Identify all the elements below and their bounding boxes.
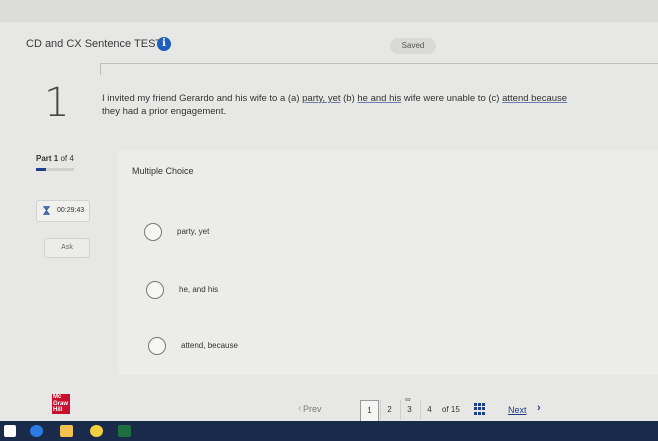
chrome-icon[interactable] <box>90 425 103 437</box>
question-text: I invited my friend Gerardo and his wife… <box>102 92 582 118</box>
page-button[interactable]: 1 <box>360 400 379 422</box>
excel-icon[interactable] <box>118 425 131 437</box>
option-radio[interactable] <box>144 223 162 241</box>
chevron-right-icon[interactable]: › <box>537 402 541 414</box>
prev-button[interactable]: Prev <box>303 404 322 414</box>
file-explorer-icon[interactable] <box>60 425 73 437</box>
question-text-part: they had a prior engagement. <box>102 106 227 117</box>
part-indicator: Part 1 of 4 <box>36 154 74 163</box>
logo-line: Hill <box>53 407 63 413</box>
option-radio[interactable] <box>146 281 164 299</box>
timer-value: 00:29:43 <box>57 207 85 214</box>
underlined-segment-b: he and his <box>357 93 402 104</box>
option-label: he, and his <box>179 285 219 294</box>
question-text-part: (b) <box>340 93 358 104</box>
question-divider <box>100 63 658 75</box>
part-total: of 4 <box>60 154 74 163</box>
info-icon[interactable]: i <box>157 37 171 51</box>
part-progress-bar <box>36 168 74 171</box>
part-current: 1 <box>53 154 59 163</box>
question-text-part: wife were unable to (c) <box>401 93 503 104</box>
grid-icon[interactable] <box>474 403 486 415</box>
timer: 00:29:43 <box>36 200 90 222</box>
question-text-part: I invited my friend Gerardo and his wife… <box>102 93 303 104</box>
part-label: Part <box>36 154 52 163</box>
question-number: 1 <box>44 80 70 126</box>
mcgraw-hill-logo: Mc Graw Hill <box>52 394 70 414</box>
chevron-left-icon: ‹ <box>298 403 302 414</box>
hourglass-icon <box>43 206 50 215</box>
ask-button[interactable]: Ask <box>44 238 90 258</box>
part-progress-fill <box>36 168 46 171</box>
page-button[interactable]: 3 <box>400 390 418 420</box>
underlined-segment-a: party, yet <box>302 93 341 104</box>
page-count: of 15 <box>442 405 460 414</box>
taskbar <box>0 421 658 441</box>
next-button[interactable]: Next <box>508 405 527 415</box>
saved-status-badge: Saved <box>390 38 436 54</box>
page-button[interactable]: 4 <box>420 400 438 420</box>
windows-start-icon[interactable] <box>4 425 16 437</box>
option-label: party, yet <box>177 227 210 236</box>
question-type-label: Multiple Choice <box>132 166 194 176</box>
underlined-segment-c: attend because <box>502 93 568 104</box>
browser-top-band <box>0 0 658 22</box>
option-label: attend, because <box>181 341 238 350</box>
option-radio[interactable] <box>148 337 166 355</box>
edge-icon[interactable] <box>30 425 43 437</box>
assignment-title: CD and CX Sentence TEST <box>26 38 163 50</box>
page-button[interactable]: 2 <box>380 400 398 420</box>
